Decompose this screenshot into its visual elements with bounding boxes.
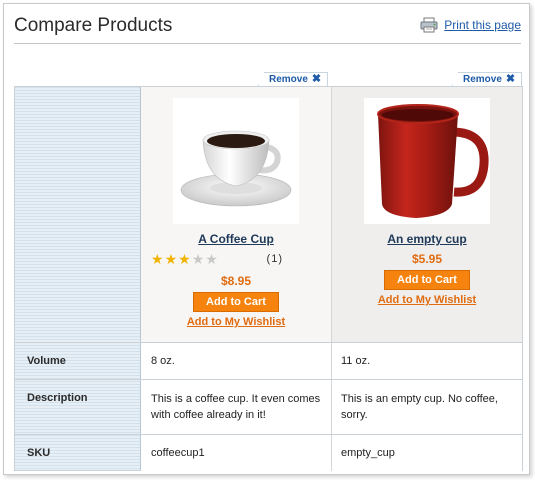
product-rating: ★ ★ ★ ★ ★ (1)	[141, 252, 331, 268]
product-card: An empty cup $5.95 Add to Cart Add to My…	[332, 98, 522, 306]
add-to-wishlist-link[interactable]: Add to My Wishlist	[141, 316, 331, 328]
star-icon: ★	[191, 251, 205, 267]
attribute-value: This is a coffee cup. It even comes with…	[151, 393, 321, 421]
attribute-value: coffeecup1	[151, 447, 205, 459]
product-column-2: An empty cup $5.95 Add to Cart Add to My…	[331, 87, 522, 342]
page-header: Compare Products Print this page	[14, 14, 521, 44]
add-to-cart-button[interactable]: Add to Cart	[384, 270, 470, 290]
product-card: A Coffee Cup ★ ★ ★ ★ ★ (1) $8.95 Add to …	[141, 98, 331, 328]
add-to-cart-button[interactable]: Add to Cart	[193, 292, 279, 312]
print-link-label: Print this page	[444, 18, 521, 32]
compare-table: A Coffee Cup ★ ★ ★ ★ ★ (1) $8.95 Add to …	[14, 86, 523, 471]
product-image-coffee-cup[interactable]	[173, 98, 299, 224]
attribute-value: 8 oz.	[151, 355, 175, 367]
attribute-label: SKU	[27, 447, 51, 459]
star-icon: ★	[205, 251, 218, 267]
product-name-link[interactable]: A Coffee Cup	[141, 232, 331, 246]
remove-product-1-button[interactable]: Remove ✖	[258, 72, 329, 86]
attribute-row-description: Description This is a coffee cup. It eve…	[15, 379, 522, 434]
close-icon: ✖	[505, 73, 516, 85]
rating-stars: ★ ★ ★ ★ ★	[151, 252, 218, 266]
remove-product-2-button[interactable]: Remove ✖	[452, 72, 523, 86]
remove-label: Remove	[269, 74, 308, 85]
star-icon: ★	[178, 251, 191, 267]
product-price: $8.95	[220, 274, 252, 288]
attribute-label: Description	[27, 392, 88, 404]
attribute-value: 11 oz.	[341, 355, 371, 367]
attribute-row-sku: SKU coffeecup1 empty_cup	[15, 434, 522, 471]
product-image-empty-cup[interactable]	[364, 98, 490, 224]
product-name-link[interactable]: An empty cup	[332, 232, 522, 246]
attribute-row-volume: Volume 8 oz. 11 oz.	[15, 342, 522, 379]
coffee-cup-image	[180, 130, 292, 207]
attribute-value: This is an empty cup. No coffee, sorry.	[341, 393, 498, 421]
print-link[interactable]: Print this page	[420, 17, 521, 33]
star-icon: ★	[164, 251, 178, 267]
attribute-value: empty_cup	[341, 447, 395, 459]
attribute-label: Volume	[27, 355, 66, 367]
product-column-1: A Coffee Cup ★ ★ ★ ★ ★ (1) $8.95 Add to …	[141, 87, 331, 342]
remove-label: Remove	[463, 74, 502, 85]
product-price: $5.95	[411, 252, 443, 266]
page-title: Compare Products	[14, 15, 173, 36]
close-icon: ✖	[311, 73, 322, 85]
review-count-link[interactable]: (1)	[267, 253, 283, 265]
printer-icon	[420, 17, 438, 33]
add-to-wishlist-link[interactable]: Add to My Wishlist	[332, 294, 522, 306]
compare-window: Compare Products Print this page Remove …	[3, 3, 530, 475]
red-mug-image	[377, 104, 489, 218]
star-icon: ★	[151, 251, 164, 267]
